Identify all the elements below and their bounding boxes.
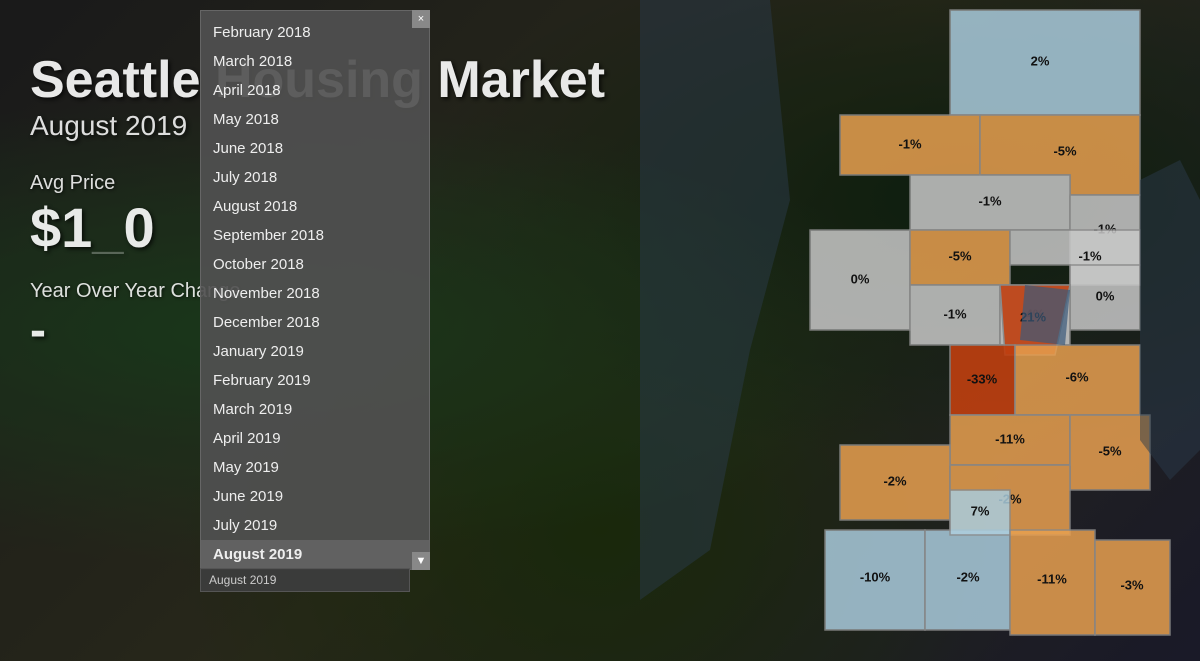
region-cw: [910, 230, 1010, 285]
dropdown-item[interactable]: May 2018: [201, 105, 429, 134]
region-cn: [910, 175, 1070, 230]
dropdown-item[interactable]: February 2018: [201, 18, 429, 47]
region-nw: [840, 115, 980, 175]
dropdown-item[interactable]: January 2018: [201, 10, 429, 18]
dropdown-footer-label: August 2019: [200, 568, 410, 592]
region-ssi: [950, 490, 1010, 535]
region-sw: [950, 345, 1015, 415]
dropdown-item[interactable]: March 2019: [201, 395, 429, 424]
water-sound: [640, 0, 790, 600]
water-lake: [1140, 160, 1200, 480]
region-c: [910, 285, 1000, 345]
region-w: [810, 230, 910, 330]
month-dropdown-container: January 2018February 2018March 2018April…: [200, 10, 430, 570]
region-me: [1070, 265, 1140, 330]
dropdown-item[interactable]: January 2019: [201, 337, 429, 366]
region-north: [950, 10, 1140, 115]
dropdown-item[interactable]: December 2018: [201, 308, 429, 337]
region-ssc: [925, 530, 1010, 630]
dropdown-item[interactable]: September 2018: [201, 221, 429, 250]
dropdown-item[interactable]: June 2018: [201, 134, 429, 163]
dropdown-item[interactable]: July 2019: [201, 511, 429, 540]
region-sse: [1010, 530, 1095, 635]
region-ssw: [825, 530, 925, 630]
dropdown-item[interactable]: February 2019: [201, 366, 429, 395]
region-sc: [950, 415, 1070, 465]
dropdown-item[interactable]: July 2018: [201, 163, 429, 192]
dropdown-item[interactable]: June 2019: [201, 482, 429, 511]
region-se2: [1070, 415, 1150, 490]
dropdown-item[interactable]: May 2019: [201, 453, 429, 482]
dropdown-item[interactable]: August 2018: [201, 192, 429, 221]
dropdown-item[interactable]: April 2018: [201, 76, 429, 105]
water-lake-union: [1020, 285, 1070, 345]
region-sw2: [840, 445, 950, 520]
region-se: [1015, 345, 1140, 415]
dropdown-item[interactable]: October 2018: [201, 250, 429, 279]
dropdown-scroll-down-button[interactable]: ▼: [412, 552, 430, 570]
dropdown-item[interactable]: November 2018: [201, 279, 429, 308]
dropdown-item[interactable]: March 2018: [201, 47, 429, 76]
map-regions-svg: 2% -1% -5% -1% -1% 0% -5% -1% -1% 0% 4% …: [640, 0, 1200, 661]
dropdown-item[interactable]: April 2019: [201, 424, 429, 453]
region-ssfse: [1095, 540, 1170, 635]
month-dropdown-list[interactable]: January 2018February 2018March 2018April…: [200, 10, 430, 570]
dropdown-item[interactable]: August 2019: [201, 540, 429, 569]
dropdown-close-button[interactable]: ×: [412, 10, 430, 28]
